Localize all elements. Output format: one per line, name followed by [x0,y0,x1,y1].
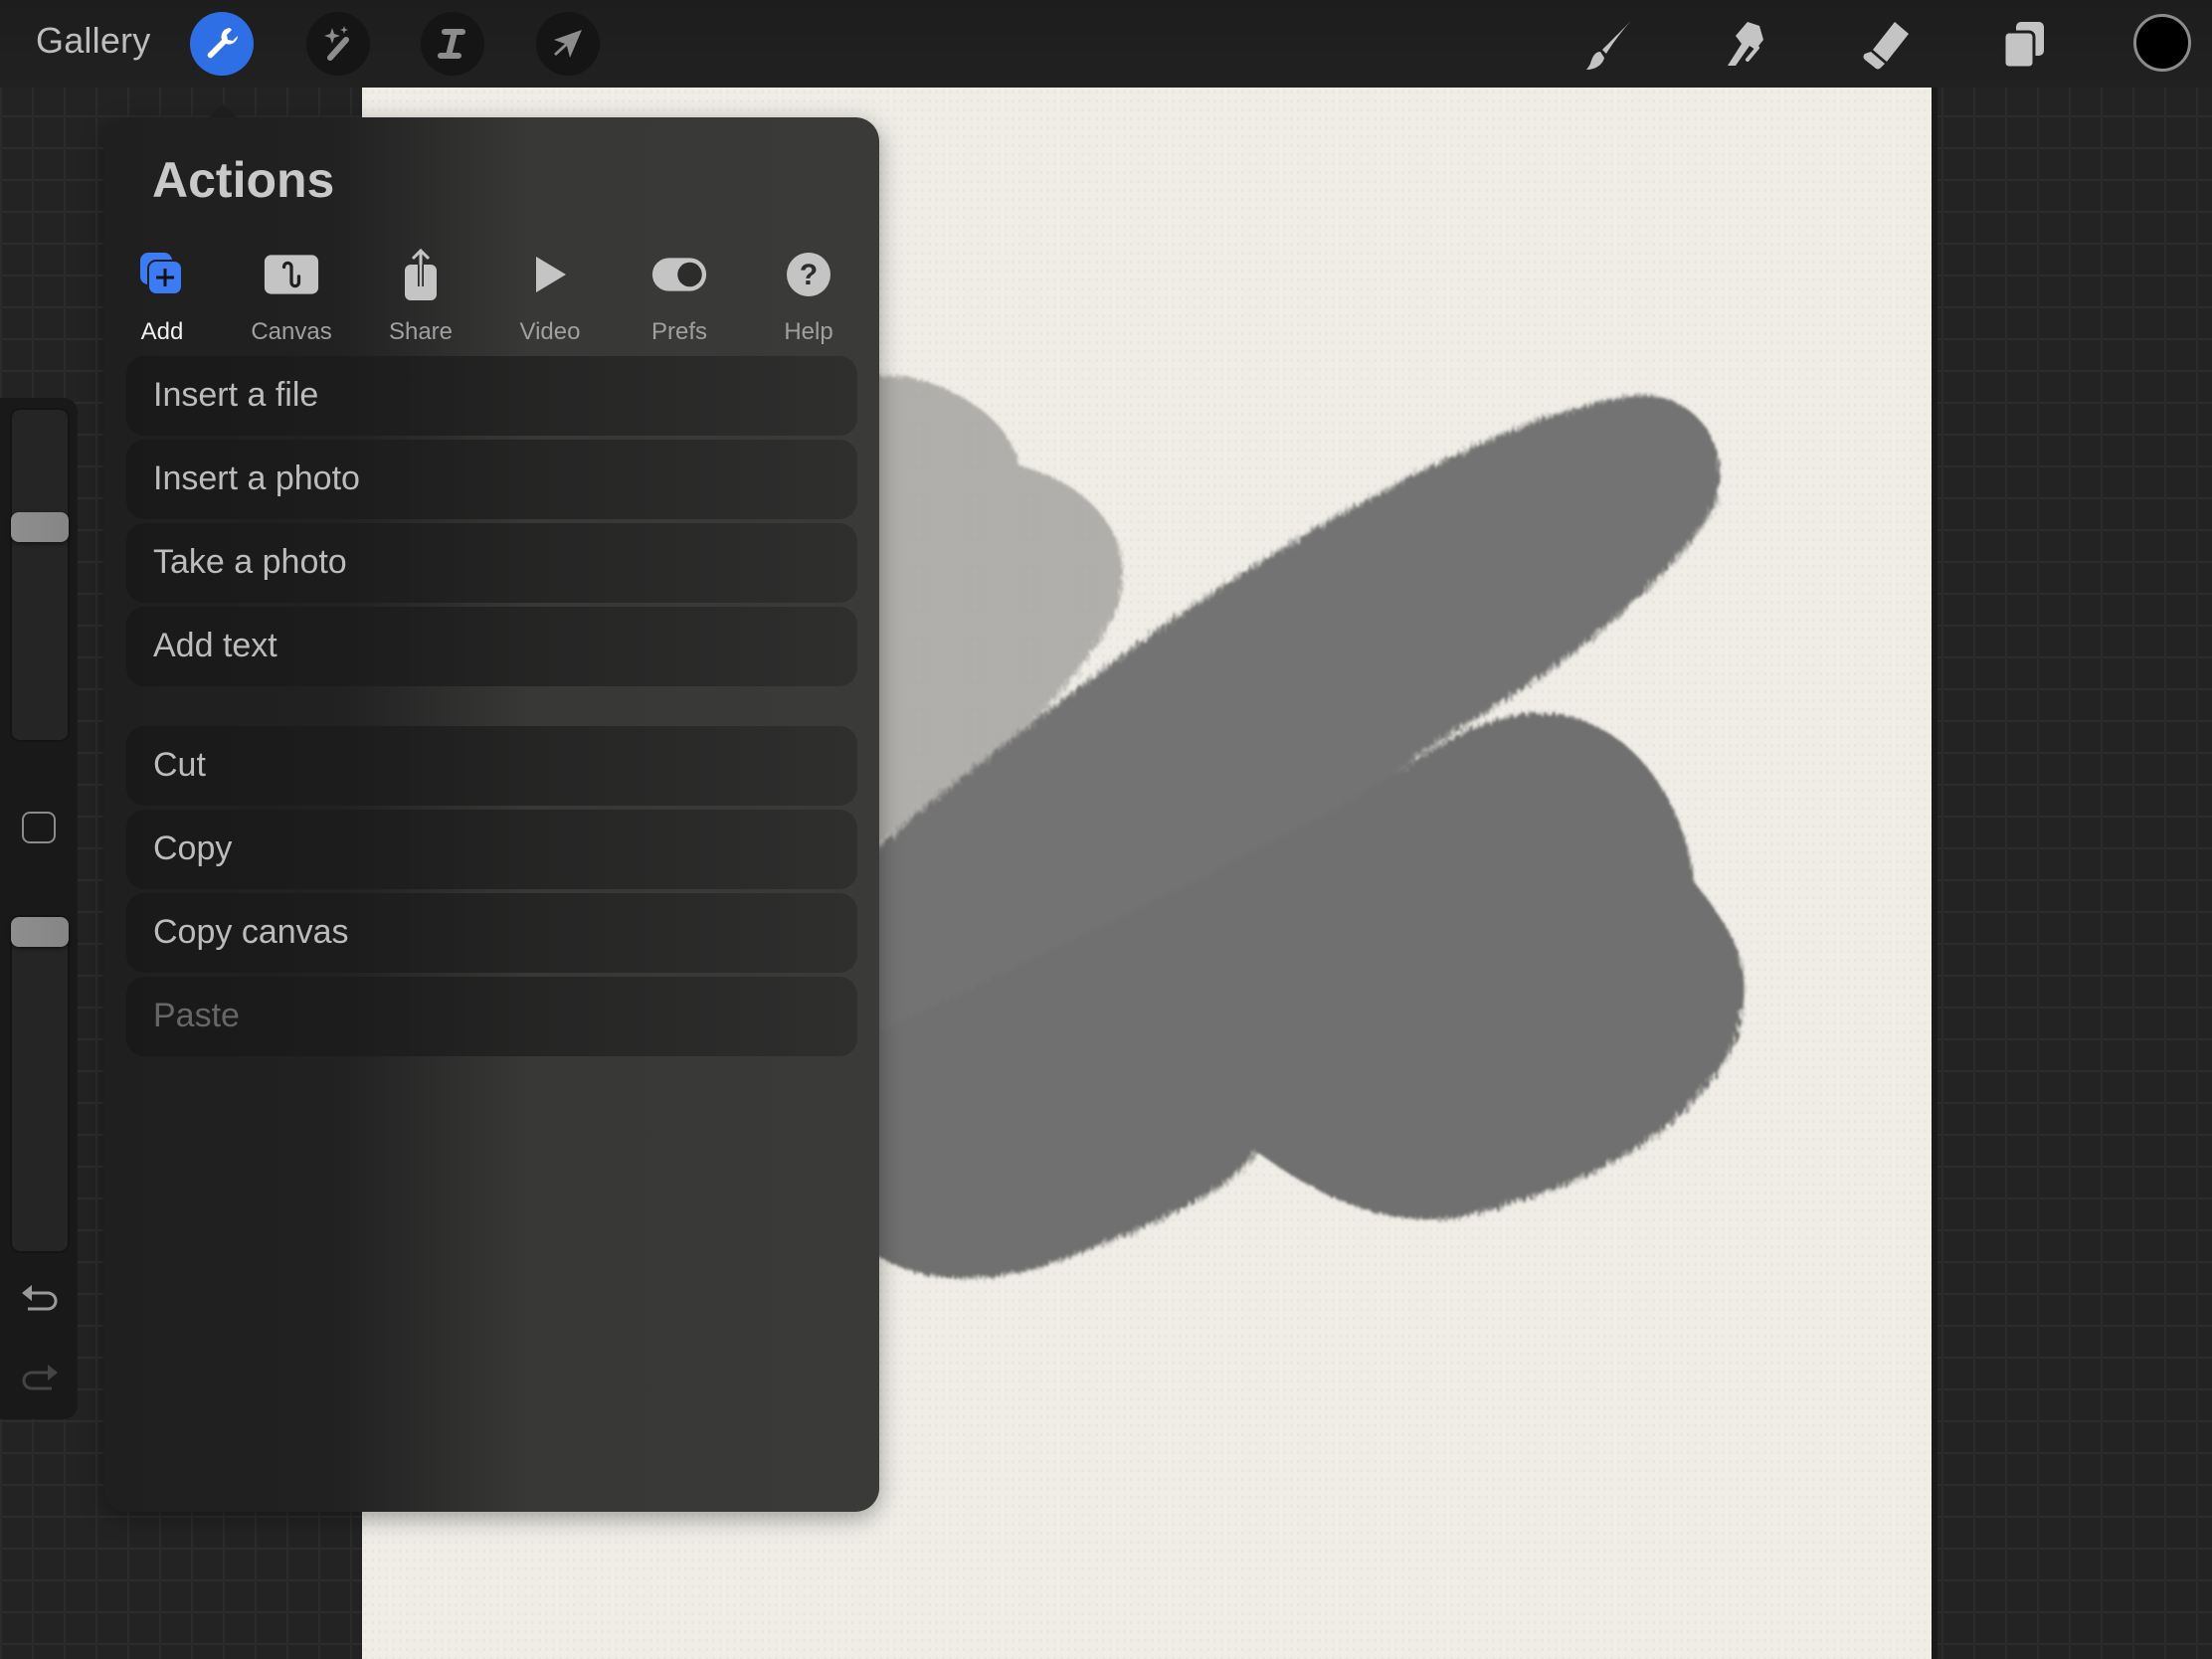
menu-item-add-text[interactable]: Add text [126,607,857,686]
opacity-slider-thumb[interactable] [11,917,69,947]
tab-label: Video [519,318,581,345]
gallery-button[interactable]: Gallery [36,20,150,62]
menu-item-label: Cut [153,746,206,784]
top-toolbar: Gallery [0,0,2212,88]
tab-label: Canvas [251,318,332,345]
magic-wand-icon [324,26,349,61]
menu-item-label: Insert a photo [153,460,360,497]
smudge-button[interactable] [1716,14,1775,74]
canvas-wave-icon [264,255,319,294]
share-icon [405,248,437,300]
tab-label: Add [140,318,184,345]
redo-button[interactable] [18,1361,62,1400]
tab-add[interactable]: Add [107,239,217,358]
adjustments-button[interactable] [306,12,370,76]
tab-share[interactable]: Share [366,239,475,358]
add-layers-icon [140,253,183,295]
selection-button[interactable] [421,12,484,76]
tab-label: Prefs [650,318,707,345]
menu-item-copy[interactable]: Copy [126,810,857,889]
tab-prefs[interactable]: Prefs [625,239,734,358]
panel-title: Actions [152,152,335,208]
menu-item-paste: Paste [126,977,857,1056]
menu-item-insert-file[interactable]: Insert a file [126,356,857,436]
smudge-finger-icon [1728,22,1763,66]
brush-size-slider-thumb[interactable] [11,512,69,543]
menu-item-label: Copy [153,830,233,867]
toggle-icon [651,258,707,291]
menu-item-copy-canvas[interactable]: Copy canvas [126,893,857,973]
modify-button[interactable] [22,812,56,843]
eraser-icon [1863,22,1909,70]
tab-video[interactable]: Video [495,239,605,358]
erase-button[interactable] [1855,14,1915,74]
transform-button[interactable] [536,12,600,76]
help-icon: ? [787,253,830,296]
menu-item-label: Take a photo [153,543,347,581]
tab-canvas[interactable]: Canvas [237,239,346,358]
actions-tabs: Add Canvas Share Video Prefs ? Help [104,239,879,358]
play-icon [536,257,566,292]
brush-size-slider[interactable] [10,408,70,742]
undo-icon [22,1285,58,1311]
layers-button[interactable] [1994,14,2054,74]
selection-s-icon [438,29,465,59]
tab-label: Share [388,318,454,345]
menu-item-take-photo[interactable]: Take a photo [126,523,857,603]
wrench-icon [207,28,238,59]
menu-item-label: Paste [153,997,240,1034]
paint-button[interactable] [1578,14,1638,74]
layers-icon [2002,22,2044,70]
menu-item-cut[interactable]: Cut [126,726,857,806]
undo-button[interactable] [18,1281,62,1321]
color-picker-button[interactable] [2133,14,2191,72]
redo-icon [22,1365,58,1390]
svg-text:?: ? [800,259,818,291]
tab-label: Help [784,318,833,345]
brush-icon [1586,20,1632,70]
menu-item-label: Copy canvas [153,913,349,951]
opacity-slider[interactable] [10,915,70,1253]
menu-item-label: Insert a file [153,376,319,414]
actions-button[interactable] [190,12,254,76]
menu-item-insert-photo[interactable]: Insert a photo [126,440,857,519]
canvas-edge-shadow [1932,88,1937,1659]
tab-help[interactable]: ? Help [754,239,863,358]
menu-item-label: Add text [153,627,277,664]
arrow-cursor-icon [554,30,582,58]
actions-panel: Actions Add Canvas Share Video Prefs ? H… [104,117,879,1512]
left-sidebar [0,398,78,1419]
